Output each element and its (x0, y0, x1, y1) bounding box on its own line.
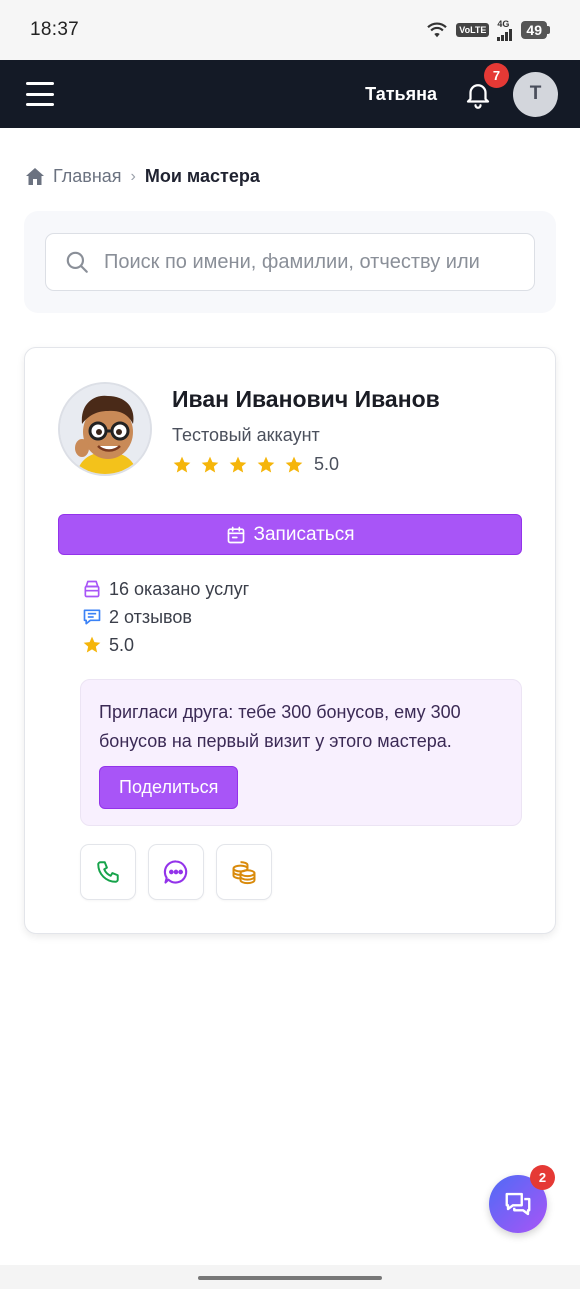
user-name[interactable]: Татьяна (365, 84, 437, 105)
breadcrumb: Главная › Мои мастера (0, 128, 580, 187)
chat-icon (163, 860, 188, 884)
breadcrumb-current: Мои мастера (144, 166, 260, 186)
star-icon (201, 456, 219, 472)
stat-rating-label: 5.0 (109, 634, 135, 655)
search-box[interactable] (45, 233, 535, 291)
home-icon (26, 168, 44, 185)
support-chat-button[interactable]: 2 (489, 1165, 555, 1233)
master-rating: 5.0 (172, 454, 440, 475)
user-avatar[interactable]: Т (513, 71, 558, 117)
star-icon (285, 456, 303, 472)
contact-actions (80, 844, 522, 900)
breadcrumb-home[interactable]: Главная (25, 166, 122, 187)
header-right: Татьяна 7 Т (365, 63, 558, 117)
calendar-icon (227, 526, 244, 543)
support-chat-icon (505, 1192, 531, 1216)
breadcrumb-separator: › (130, 167, 136, 185)
master-info: Иван Иванович Иванов Тестовый аккаунт 5.… (172, 382, 440, 475)
search-panel (24, 211, 556, 313)
call-button[interactable] (80, 844, 136, 900)
star-icon (173, 456, 191, 472)
network-type: 4G (497, 18, 510, 29)
master-name[interactable]: Иван Иванович Иванов (172, 386, 440, 413)
search-input[interactable] (104, 250, 516, 274)
reviews-icon (83, 609, 101, 625)
master-stats: 16 оказано услуг 2 отзывов 5.0 (58, 575, 522, 659)
breadcrumb-home-label: Главная (53, 166, 122, 186)
menu-icon[interactable] (26, 82, 54, 106)
status-bar: 18:37 VoLTE 4G 49 (0, 0, 580, 60)
status-time: 18:37 (30, 19, 80, 40)
status-icons: VoLTE 4G 49 (426, 18, 550, 41)
book-button-label: Записаться (253, 523, 355, 545)
network-indicator: 4G (497, 18, 513, 41)
battery-icon: 49 (521, 21, 550, 39)
master-subtitle: Тестовый аккаунт (172, 425, 320, 445)
share-button[interactable]: Поделиться (99, 766, 239, 809)
home-indicator[interactable] (198, 1276, 382, 1280)
star-icon (229, 456, 247, 472)
coins-icon (232, 861, 256, 885)
stat-services-label: 16 оказано услуг (109, 578, 250, 599)
master-profile: Иван Иванович Иванов Тестовый аккаунт 5.… (58, 382, 522, 476)
battery-level: 49 (521, 21, 547, 39)
master-card: Иван Иванович Иванов Тестовый аккаунт 5.… (24, 347, 556, 934)
signal-icon (497, 28, 513, 41)
services-icon (84, 580, 100, 598)
system-nav-bar (0, 1265, 580, 1289)
support-chat-badge: 2 (530, 1165, 555, 1190)
stat-reviews: 2 отзывов (82, 603, 522, 631)
volte-indicator: VoLTE (456, 23, 490, 37)
stat-rating: 5.0 (82, 631, 522, 659)
stat-reviews-label: 2 отзывов (109, 606, 192, 627)
book-button[interactable]: Записаться (58, 514, 522, 555)
rating-value: 5.0 (314, 454, 340, 474)
master-photo (58, 382, 152, 476)
invite-text: Пригласи друга: тебе 300 бонусов, ему 30… (99, 702, 461, 751)
message-button[interactable] (148, 844, 204, 900)
app-header: Татьяна 7 Т (0, 60, 580, 128)
star-icon (83, 636, 101, 653)
notifications-badge: 7 (484, 63, 509, 88)
master-photo-image (60, 384, 150, 474)
wifi-icon (427, 22, 448, 38)
notifications-button[interactable]: 7 (463, 63, 509, 109)
star-icon (257, 456, 275, 472)
phone-icon (97, 861, 119, 883)
bonuses-button[interactable] (216, 844, 272, 900)
search-icon (66, 251, 88, 273)
stat-services: 16 оказано услуг (82, 575, 522, 603)
invite-box: Пригласи друга: тебе 300 бонусов, ему 30… (80, 679, 522, 826)
